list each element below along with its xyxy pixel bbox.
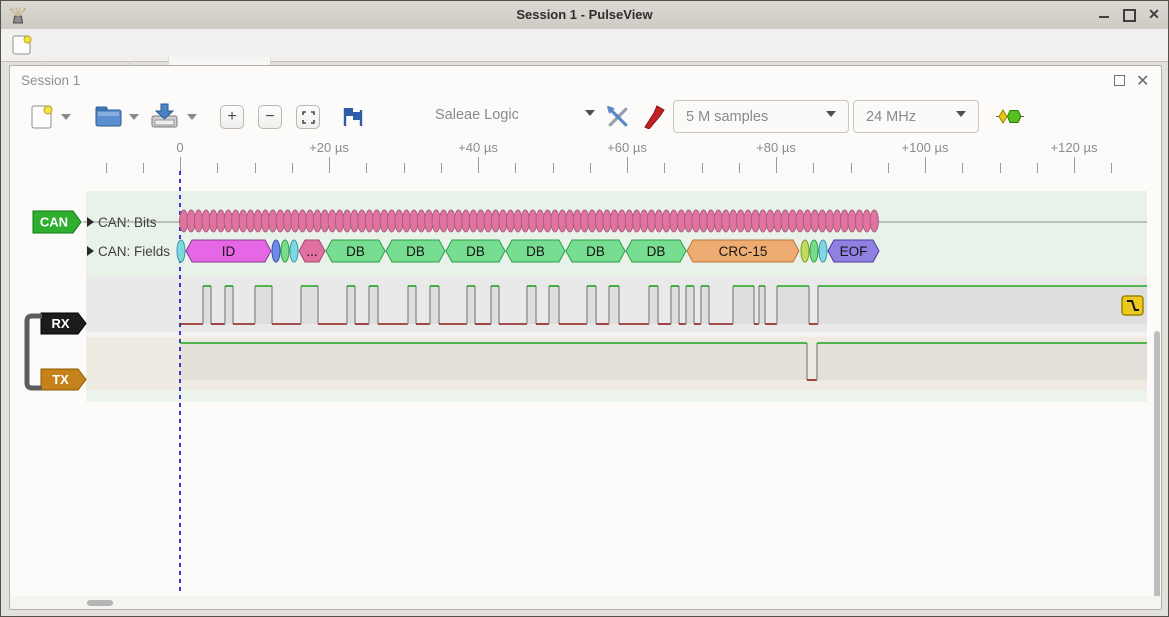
ruler-tick bbox=[1074, 157, 1075, 173]
cursor-line[interactable] bbox=[179, 171, 181, 591]
ruler-label: +120 µs bbox=[1051, 140, 1098, 155]
zoom-in-button[interactable]: + bbox=[220, 105, 244, 129]
ruler-label: +100 µs bbox=[902, 140, 949, 155]
trace-row-background bbox=[86, 390, 1147, 402]
zoom-out-button[interactable]: − bbox=[258, 105, 282, 129]
probe-icon[interactable] bbox=[643, 103, 666, 129]
add-decoder-icon[interactable] bbox=[996, 108, 1024, 125]
ruler-tick bbox=[590, 163, 591, 173]
ruler-tick bbox=[366, 163, 367, 173]
trace-row-background bbox=[86, 191, 1147, 276]
device-label: Saleae Logic bbox=[435, 107, 519, 123]
horizontal-scrollbar[interactable] bbox=[87, 600, 113, 606]
sample-rate-value: 24 MHz bbox=[866, 109, 916, 125]
ruler-tick bbox=[664, 163, 665, 173]
new-file-dropdown-icon[interactable] bbox=[61, 114, 71, 125]
chevron-down-icon bbox=[826, 111, 836, 122]
ruler-tick bbox=[1037, 163, 1038, 173]
zoom-fit-button[interactable] bbox=[296, 105, 320, 129]
new-file-icon[interactable] bbox=[30, 103, 54, 130]
save-dropdown-icon[interactable] bbox=[187, 114, 197, 125]
minimize-icon[interactable] bbox=[1099, 16, 1109, 18]
session-panel-title: Session 1 bbox=[21, 73, 80, 88]
ruler-tick bbox=[1000, 163, 1001, 173]
ruler-tick bbox=[404, 163, 405, 173]
panel-restore-icon[interactable] bbox=[1114, 75, 1125, 86]
open-file-dropdown-icon[interactable] bbox=[129, 114, 139, 125]
zoom-edges-icon[interactable] bbox=[341, 107, 365, 127]
device-config-icon[interactable] bbox=[605, 104, 630, 129]
ruler-tick bbox=[627, 157, 628, 173]
chevron-down-icon bbox=[956, 111, 966, 122]
ruler-label: +60 µs bbox=[607, 140, 647, 155]
ruler-tick bbox=[441, 163, 442, 173]
ruler-label: +40 µs bbox=[458, 140, 498, 155]
ruler-tick bbox=[702, 163, 703, 173]
ruler-label: +20 µs bbox=[309, 140, 349, 155]
title-bar[interactable]: Session 1 - PulseView ✕ bbox=[1, 1, 1168, 30]
pulseview-window: Session 1 - PulseView ✕ Run Session 1 ✕ bbox=[0, 0, 1169, 617]
maximize-icon[interactable] bbox=[1123, 9, 1136, 22]
panel-bottom-strip bbox=[10, 596, 1161, 609]
save-icon[interactable] bbox=[151, 103, 178, 129]
open-file-icon[interactable] bbox=[95, 104, 122, 128]
vertical-scrollbar[interactable] bbox=[1154, 331, 1160, 603]
close-icon[interactable]: ✕ bbox=[1147, 8, 1161, 20]
panel-close-icon[interactable]: ✕ bbox=[1136, 71, 1149, 91]
time-ruler[interactable]: 0 +20 µs +40 µs +60 µs +80 µs +100 µs +120 µs bbox=[1, 136, 1169, 176]
sample-rate-combo[interactable]: 24 MHz bbox=[853, 100, 979, 133]
ruler-tick bbox=[217, 163, 218, 173]
sample-count-combo[interactable]: 5 M samples bbox=[673, 100, 849, 133]
ruler-tick bbox=[515, 163, 516, 173]
main-toolbar: Run Session 1 ✕ bbox=[1, 29, 1168, 62]
ruler-tick bbox=[813, 163, 814, 173]
ruler-tick bbox=[888, 163, 889, 173]
ruler-tick bbox=[739, 163, 740, 173]
trace-row-background bbox=[86, 276, 1147, 332]
sample-count-value: 5 M samples bbox=[686, 109, 768, 125]
ruler-tick bbox=[925, 157, 926, 173]
zoom-out-icon: − bbox=[265, 108, 274, 126]
ruler-label: +80 µs bbox=[756, 140, 796, 155]
new-session-icon[interactable] bbox=[11, 34, 33, 56]
ruler-tick bbox=[553, 163, 554, 173]
window-title: Session 1 - PulseView bbox=[1, 7, 1168, 22]
device-select[interactable]: Saleae Logic bbox=[435, 107, 595, 123]
zoom-in-icon: + bbox=[227, 108, 236, 126]
ruler-tick bbox=[851, 163, 852, 173]
ruler-tick bbox=[255, 163, 256, 173]
ruler-tick bbox=[143, 163, 144, 173]
ruler-tick bbox=[1111, 163, 1112, 173]
ruler-tick bbox=[292, 163, 293, 173]
ruler-tick bbox=[106, 163, 107, 173]
ruler-tick bbox=[962, 163, 963, 173]
ruler-tick bbox=[776, 157, 777, 173]
ruler-tick bbox=[478, 157, 479, 173]
trace-row-background bbox=[86, 337, 1147, 390]
ruler-label: 0 bbox=[176, 140, 183, 155]
zoom-fit-icon bbox=[302, 111, 315, 124]
chevron-down-icon bbox=[585, 110, 595, 121]
ruler-tick bbox=[329, 157, 330, 173]
